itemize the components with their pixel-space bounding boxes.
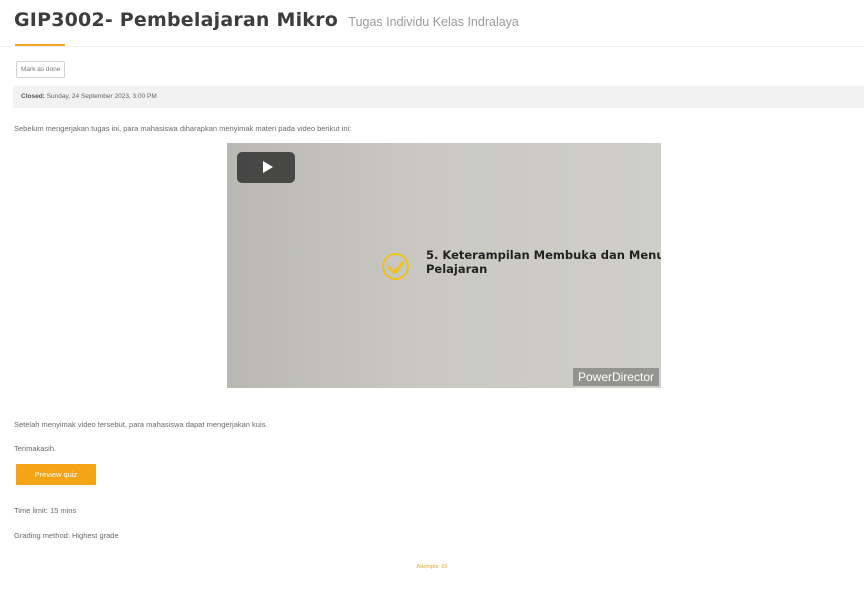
preview-quiz-button[interactable]: Preview quiz <box>16 464 96 485</box>
thanks-text: Terimakasih. <box>14 444 57 453</box>
activity-name: Tugas Individu Kelas Indralaya <box>348 15 519 29</box>
course-title: GIP3002- Pembelajaran Mikro <box>14 9 338 31</box>
time-limit: Time limit: 15 mins <box>14 506 77 515</box>
video-watermark: PowerDirector <box>572 368 659 386</box>
mark-as-done-button[interactable]: Mark as done <box>16 61 66 78</box>
check-circle-icon <box>382 253 409 280</box>
play-button[interactable] <box>237 152 295 183</box>
video-slide-title: 5. Keterampilan Membuka dan Menutup Pela… <box>426 248 661 276</box>
after-video-text: Setelah menyimak video tersebut, para ma… <box>14 420 268 429</box>
intro-text: Sebelum mengerjakan tugas ini, para maha… <box>14 124 352 133</box>
closed-value: Sunday, 24 September 2023, 3:00 PM <box>46 93 157 100</box>
activity-dates: Closed: Sunday, 24 September 2023, 3:00 … <box>13 86 864 108</box>
attempts-link[interactable]: Attempts: 65 <box>0 564 864 570</box>
grading-method: Grading method: Highest grade <box>14 531 119 540</box>
play-icon <box>263 161 273 173</box>
closed-label: Closed: <box>21 93 45 100</box>
header-divider <box>0 46 864 47</box>
video-title-line1: 5. Keterampilan Membuka dan Menutup <box>426 248 661 262</box>
video-title-line2: Pelajaran <box>426 262 488 276</box>
page-header: GIP3002- Pembelajaran Mikro Tugas Indivi… <box>14 9 519 31</box>
video-player[interactable]: 5. Keterampilan Membuka dan Menutup Pela… <box>227 143 661 388</box>
